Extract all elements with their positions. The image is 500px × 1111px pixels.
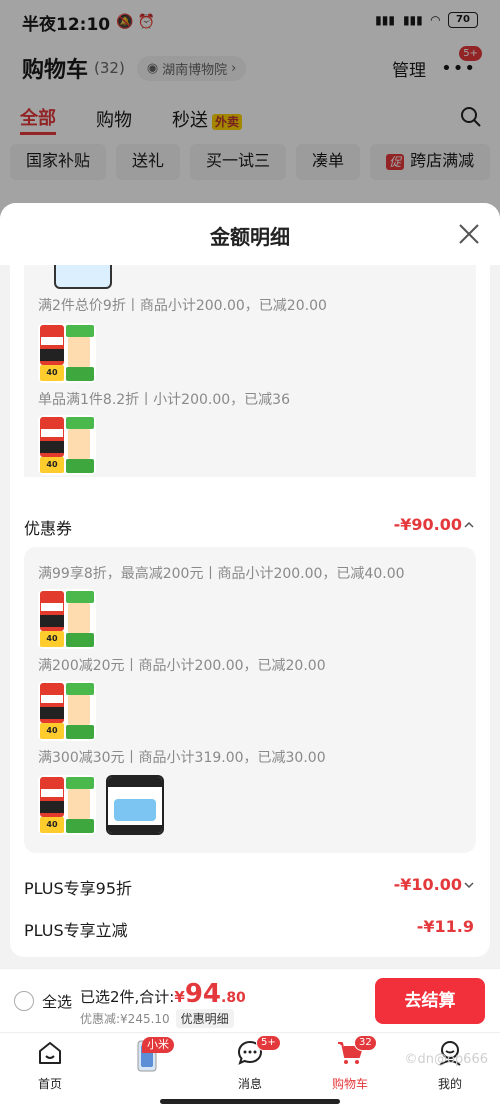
tab-cart[interactable]: 32 购物车 bbox=[310, 1035, 390, 1091]
checkout-bar: 全选 已选2件,合计:¥94.80 优惠减:¥245.10 优惠明细 去结算 bbox=[0, 968, 500, 1032]
tab-messages-label: 消息 bbox=[237, 1077, 262, 1091]
checkout-button[interactable]: 去结算 bbox=[375, 978, 485, 1024]
product-thumbnail: 40 bbox=[38, 681, 96, 741]
xiaomi-badge: 小米 bbox=[142, 1037, 174, 1053]
product-thumbnails: 40 bbox=[38, 589, 96, 651]
amount-detail-sheet: 金额明细 满2件总价9折丨商品小计200.00，已减20.00 40 单品满1件… bbox=[0, 203, 500, 968]
coupon-rule: 满99享8折，最高减200元丨商品小计200.00，已减40.00 bbox=[38, 566, 405, 582]
product-thumbnail: 40 bbox=[38, 415, 96, 475]
product-thumbnails: 40 bbox=[38, 415, 96, 477]
total-decimal: .80 bbox=[221, 990, 246, 1006]
watermark: ©dn@op666 bbox=[404, 1052, 488, 1067]
plus-instant-label: PLUS专享立减 bbox=[24, 921, 128, 940]
product-thumbnail bbox=[106, 775, 164, 835]
product-thumbnails: 40 bbox=[38, 681, 96, 743]
plus-discount-value: -¥10.00 bbox=[393, 875, 462, 894]
promotion-rule: 满2件总价9折丨商品小计200.00，已减20.00 bbox=[38, 298, 327, 314]
product-thumbnails: 40 bbox=[38, 775, 164, 837]
coupon-list: 满99享8折，最高减200元丨商品小计200.00，已减40.00 40 满20… bbox=[24, 547, 476, 853]
product-thumbnail bbox=[54, 265, 112, 289]
tab-home[interactable]: 首页 bbox=[10, 1039, 90, 1091]
messages-badge: 5+ bbox=[256, 1035, 281, 1051]
tab-cart-label: 购物车 bbox=[331, 1077, 368, 1091]
promotion-card: 满2件总价9折丨商品小计200.00，已减20.00 40 单品满1件8.2折丨… bbox=[10, 265, 490, 493]
chevron-up-icon bbox=[464, 521, 474, 528]
selected-prefix: 已选2件,合计: bbox=[80, 988, 175, 1006]
selected-summary: 已选2件,合计:¥94.80 bbox=[80, 979, 246, 1009]
coupon-rule: 满200减20元丨商品小计200.00，已减20.00 bbox=[38, 658, 326, 674]
sheet-title: 金额明细 bbox=[210, 225, 290, 249]
tab-messages[interactable]: 5+ 消息 bbox=[210, 1035, 290, 1091]
home-icon bbox=[39, 1042, 61, 1064]
promotion-list: 满2件总价9折丨商品小计200.00，已减20.00 40 单品满1件8.2折丨… bbox=[24, 265, 476, 493]
discount-card: 优惠券 -¥90.00 满99享8折，最高减200元丨商品小计200.00，已减… bbox=[10, 477, 490, 957]
coupon-amount[interactable]: -¥90.00 bbox=[394, 515, 474, 534]
coupon-rule: 满300减30元丨商品小计319.00，已减30.00 bbox=[38, 750, 326, 766]
plus-discount-amount[interactable]: -¥10.00 bbox=[394, 875, 474, 894]
plus-discount-label: PLUS专享95折 bbox=[24, 879, 132, 898]
tab-me-label: 我的 bbox=[437, 1077, 462, 1091]
total-integer: 94 bbox=[184, 979, 221, 1009]
product-thumbnails: 40 bbox=[38, 323, 96, 385]
product-thumbnail: 40 bbox=[38, 323, 96, 383]
home-indicator bbox=[160, 1099, 340, 1104]
cart-badge: 32 bbox=[354, 1035, 377, 1051]
discount-detail-button[interactable]: 优惠明细 bbox=[175, 1009, 234, 1028]
tab-promo[interactable]: 小米 bbox=[106, 1037, 186, 1089]
sheet-header: 金额明细 bbox=[0, 203, 500, 265]
select-all-label[interactable]: 全选 bbox=[42, 991, 72, 1012]
discount-line: 优惠减:¥245.10 优惠明细 bbox=[80, 1009, 234, 1028]
total-currency: ¥ bbox=[174, 988, 185, 1006]
coupon-amount-value: -¥90.00 bbox=[393, 515, 462, 534]
coupon-label: 优惠券 bbox=[24, 519, 73, 538]
discount-text: 优惠减:¥245.10 bbox=[80, 1012, 170, 1026]
plus-instant-amount: -¥11.9 bbox=[416, 917, 474, 936]
product-thumbnail: 40 bbox=[38, 775, 96, 835]
tab-home-label: 首页 bbox=[37, 1077, 62, 1091]
chevron-down-icon bbox=[464, 881, 474, 888]
product-thumbnail: 40 bbox=[38, 589, 96, 649]
select-all-checkbox[interactable] bbox=[14, 991, 34, 1011]
promotion-rule: 单品满1件8.2折丨小计200.00，已减36 bbox=[38, 392, 290, 408]
close-icon[interactable] bbox=[456, 221, 482, 247]
